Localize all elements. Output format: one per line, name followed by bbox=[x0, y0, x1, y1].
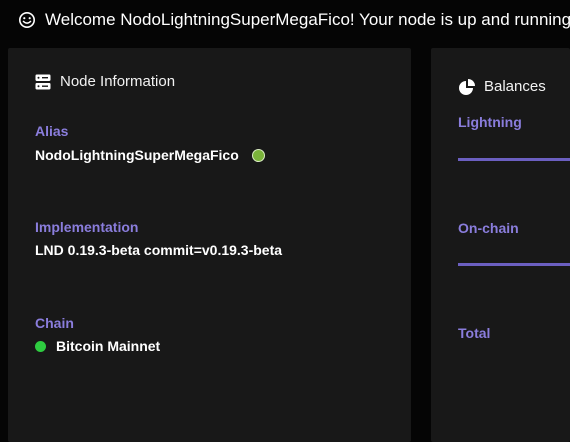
chain-value: Bitcoin Mainnet bbox=[35, 338, 160, 354]
welcome-banner: Welcome NodoLightningSuperMegaFico! Your… bbox=[18, 8, 570, 32]
chain-text: Bitcoin Mainnet bbox=[56, 338, 161, 354]
alias-text: NodoLightningSuperMegaFico bbox=[35, 147, 239, 163]
chain-label: Chain bbox=[35, 315, 74, 331]
balances-header: Balances bbox=[459, 78, 546, 95]
total-label: Total bbox=[458, 325, 491, 341]
alias-value: NodoLightningSuperMegaFico bbox=[35, 147, 265, 163]
implementation-label: Implementation bbox=[35, 219, 139, 235]
alias-label: Alias bbox=[35, 123, 69, 139]
node-information-title: Node Information bbox=[60, 73, 176, 90]
alias-status-indicator bbox=[251, 148, 265, 162]
pie-chart-icon bbox=[459, 78, 475, 95]
balances-card: Balances Lightning On-chain Total bbox=[431, 48, 570, 442]
welcome-text: Welcome NodoLightningSuperMegaFico! Your… bbox=[45, 10, 570, 29]
onchain-balance-bar bbox=[458, 263, 570, 266]
implementation-value: LND 0.19.3-beta commit=v0.19.3-beta bbox=[35, 242, 283, 258]
chain-status-indicator bbox=[35, 340, 46, 352]
smile-icon bbox=[18, 11, 36, 29]
node-information-header: Node Information bbox=[35, 73, 175, 90]
server-icon bbox=[35, 74, 51, 89]
onchain-label: On-chain bbox=[458, 220, 519, 236]
lightning-balance-bar bbox=[458, 158, 570, 161]
lightning-label: Lightning bbox=[458, 114, 522, 130]
node-information-card: Node Information Alias NodoLightningSupe… bbox=[8, 48, 411, 442]
balances-title: Balances bbox=[484, 78, 546, 95]
